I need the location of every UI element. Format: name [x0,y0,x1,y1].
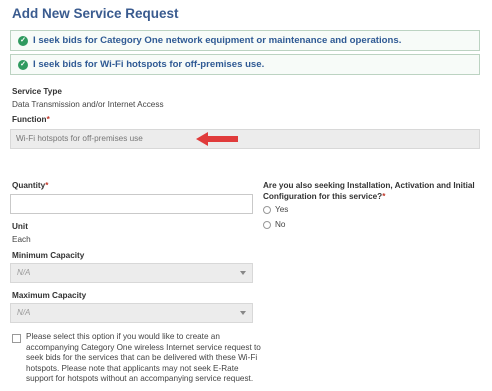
quantity-input[interactable] [10,194,253,214]
quantity-label-text: Quantity [12,181,46,190]
function-label: Function* [12,115,50,124]
red-arrow-icon [196,132,238,146]
hotspot-request-text: Please select this option if you would l… [26,332,261,383]
option-category-one[interactable]: ✓ I seek bids for Category One network e… [10,30,480,51]
chevron-down-icon [240,271,246,275]
radio-yes[interactable]: Yes [263,205,288,214]
installation-question-text: Are you also seeking Installation, Activ… [263,181,475,201]
chevron-down-icon [240,311,246,315]
required-mark: * [46,115,50,124]
min-capacity-select[interactable]: N/A [10,263,253,283]
required-mark: * [382,191,386,201]
max-capacity-select[interactable]: N/A [10,303,253,323]
unit-value: Each [12,235,31,244]
unit-label: Unit [12,222,28,231]
min-capacity-value: N/A [17,268,31,277]
service-type-value: Data Transmission and/or Internet Access [12,100,164,109]
check-circle-icon: ✓ [18,59,28,70]
option-wifi-hotspots[interactable]: ✓ I seek bids for Wi-Fi hotspots for off… [10,54,480,75]
max-capacity-label: Maximum Capacity [12,291,87,300]
installation-question: Are you also seeking Installation, Activ… [263,181,488,202]
required-mark: * [45,181,49,190]
function-label-text: Function [12,115,47,124]
quantity-label: Quantity* [12,181,48,190]
function-field: Wi-Fi hotspots for off-premises use [10,129,480,149]
max-capacity-value: N/A [17,308,31,317]
option-wifi-hotspots-label: I seek bids for Wi-Fi hotspots for off-p… [33,59,265,70]
hotspot-request-checkbox[interactable] [12,334,21,343]
radio-circle-icon [263,220,271,229]
check-circle-icon: ✓ [18,35,28,46]
radio-no[interactable]: No [263,220,285,229]
service-type-label: Service Type [12,87,62,96]
min-capacity-label: Minimum Capacity [12,251,85,260]
page-title: Add New Service Request [12,6,179,21]
radio-yes-label: Yes [275,205,289,214]
radio-no-label: No [275,220,286,229]
radio-circle-icon [263,205,271,214]
option-category-one-label: I seek bids for Category One network equ… [33,35,402,46]
